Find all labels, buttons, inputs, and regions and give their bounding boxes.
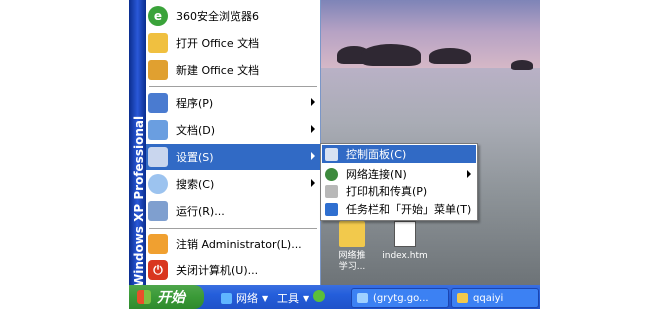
- ie-window-icon: [357, 293, 368, 303]
- task-label: qqaiyi: [473, 292, 504, 304]
- documents-icon: [148, 120, 168, 140]
- network-icon: [221, 292, 232, 304]
- menu-item-label: 注销 Administrator(L)...: [176, 238, 302, 251]
- menu-item-run[interactable]: 运行(R)...: [146, 198, 320, 224]
- start-button[interactable]: 开始: [129, 285, 204, 309]
- open-office-doc-icon: [148, 33, 168, 53]
- desktop-icon-label: index.htm: [382, 251, 428, 261]
- start-menu: Windows XP Professional e 360安全浏览器6 打开 O…: [129, 0, 321, 287]
- submenu-item-control-panel[interactable]: 控制面板(C): [322, 145, 476, 163]
- search-icon: [148, 174, 168, 194]
- toolbar-browser-button[interactable]: [313, 290, 325, 302]
- submenu-item-label: 控制面板(C): [346, 148, 407, 161]
- menu-item-label: 打开 Office 文档: [176, 37, 260, 50]
- menu-separator: [149, 86, 317, 87]
- wallpaper-rock: [361, 44, 421, 66]
- menu-item-logoff[interactable]: 注销 Administrator(L)...: [146, 231, 320, 257]
- toolbar-label: 网络: [236, 292, 258, 305]
- menu-item-label: 文档(D): [176, 124, 216, 137]
- folder-icon: [339, 221, 365, 247]
- start-menu-sidebar: Windows XP Professional: [129, 0, 146, 287]
- programs-icon: [148, 93, 168, 113]
- shutdown-icon: ⏻: [148, 260, 168, 280]
- desktop-icon-label: 网络推 学习...: [338, 251, 366, 272]
- wallpaper-rock: [429, 48, 471, 64]
- windows-flag-icon: [137, 290, 151, 304]
- menu-item-360-browser[interactable]: e 360安全浏览器6: [146, 3, 320, 29]
- menu-separator: [149, 228, 317, 229]
- menu-item-label: 设置(S): [176, 151, 214, 164]
- task-button-qqaiyi[interactable]: qqaiyi: [451, 288, 539, 308]
- sidebar-text: Windows XP Professional: [132, 115, 146, 287]
- menu-item-programs[interactable]: 程序(P): [146, 90, 320, 116]
- screen: 网络推 学习... index.htm Windows XP Professio…: [129, 0, 540, 309]
- menu-item-label: 搜索(C): [176, 178, 215, 191]
- desktop-icon-index-htm[interactable]: index.htm: [375, 221, 435, 261]
- html-file-icon: [394, 221, 416, 247]
- submenu-arrow-icon: [467, 170, 471, 178]
- toolbar-tools[interactable]: 工具 ▼: [277, 290, 309, 306]
- dropdown-arrow-icon: ▼: [262, 293, 269, 303]
- submenu-item-taskbar-start-menu[interactable]: 任务栏和「开始」菜单(T): [322, 200, 476, 218]
- settings-icon: [148, 147, 168, 167]
- start-button-label: 开始: [157, 290, 185, 306]
- network-connections-icon: [325, 167, 338, 181]
- control-panel-icon: [325, 147, 338, 161]
- new-office-doc-icon: [148, 60, 168, 80]
- submenu-item-label: 任务栏和「开始」菜单(T): [346, 203, 472, 216]
- submenu-arrow-icon: [311, 125, 315, 133]
- taskbar-start-menu-icon: [325, 202, 338, 216]
- menu-item-search[interactable]: 搜索(C): [146, 171, 320, 197]
- menu-item-shutdown[interactable]: ⏻ 关闭计算机(U)...: [146, 257, 320, 283]
- browser-360-icon: e: [148, 6, 168, 26]
- browser-360-icon: [313, 290, 325, 302]
- task-label: (grytg.go...: [373, 292, 429, 304]
- settings-submenu: 控制面板(C) 网络连接(N) 打印机和传真(P) 任务栏和「开始」菜单(T): [320, 143, 478, 221]
- menu-item-label: 关闭计算机(U)...: [176, 264, 259, 277]
- menu-item-documents[interactable]: 文档(D): [146, 117, 320, 143]
- run-icon: [148, 201, 168, 221]
- desktop-icon-folder[interactable]: 网络推 学习...: [322, 221, 382, 273]
- menu-item-new-office-document[interactable]: 新建 Office 文档: [146, 57, 320, 83]
- menu-item-label: 程序(P): [176, 97, 214, 110]
- submenu-arrow-icon: [311, 152, 315, 160]
- submenu-item-printers-faxes[interactable]: 打印机和传真(P): [322, 182, 476, 200]
- menu-item-label: 新建 Office 文档: [176, 64, 260, 77]
- dropdown-arrow-icon: ▼: [303, 293, 310, 303]
- submenu-item-label: 网络连接(N): [346, 168, 407, 181]
- menu-item-settings[interactable]: 设置(S): [146, 144, 320, 170]
- taskbar: 开始 网络 ▼ 工具 ▼ (grytg.go... qqaiyi: [129, 285, 540, 309]
- submenu-arrow-icon: [311, 98, 315, 106]
- menu-item-open-office-document[interactable]: 打开 Office 文档: [146, 30, 320, 56]
- submenu-arrow-icon: [311, 179, 315, 187]
- menu-item-label: 运行(R)...: [176, 205, 225, 218]
- toolbar-network[interactable]: 网络 ▼: [221, 290, 268, 306]
- wallpaper-rock: [511, 60, 533, 70]
- toolbar-label: 工具: [277, 292, 299, 305]
- menu-item-label: 360安全浏览器6: [176, 10, 259, 23]
- printers-faxes-icon: [325, 184, 338, 198]
- logoff-icon: [148, 234, 168, 254]
- submenu-item-label: 打印机和传真(P): [346, 185, 428, 198]
- submenu-item-network-connections[interactable]: 网络连接(N): [322, 165, 476, 183]
- task-button-ie[interactable]: (grytg.go...: [351, 288, 449, 308]
- folder-icon: [457, 293, 468, 303]
